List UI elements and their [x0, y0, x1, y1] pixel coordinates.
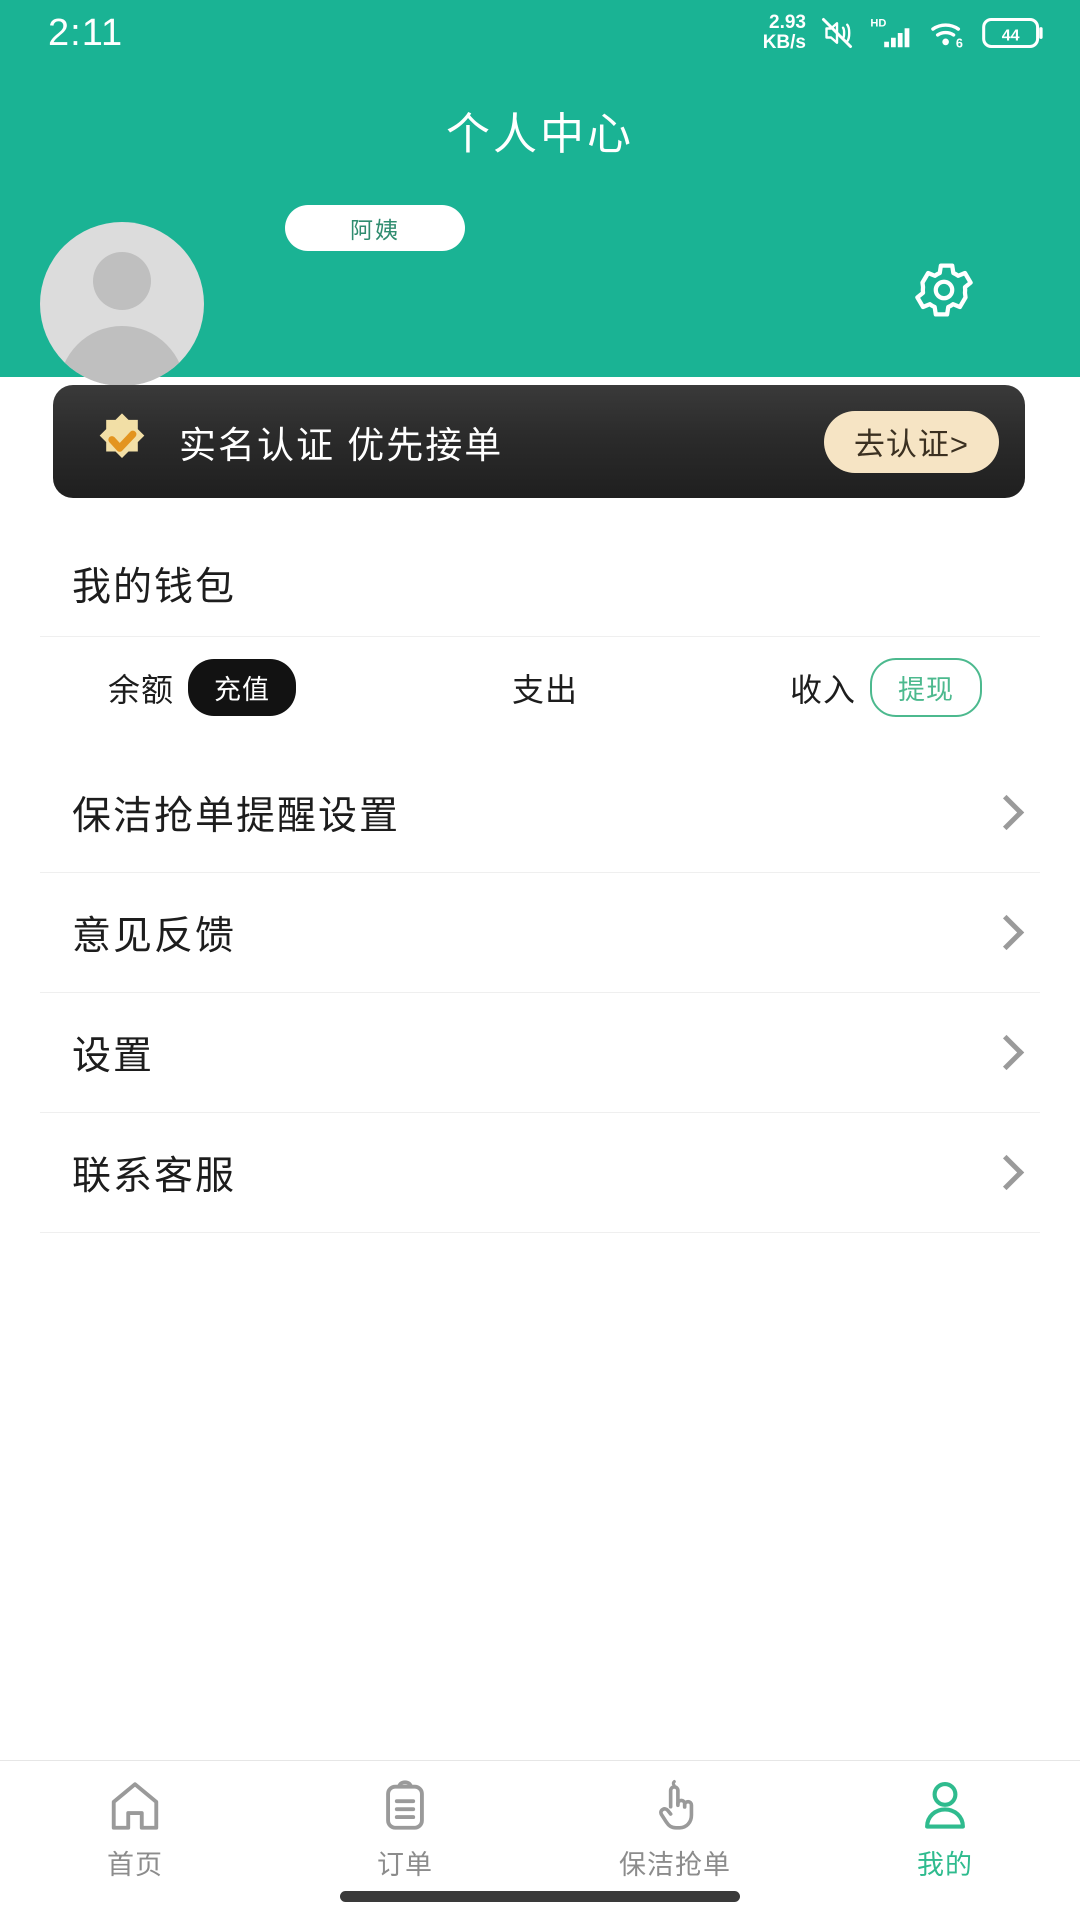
verification-banner[interactable]: 实名认证 优先接单 去认证> — [53, 385, 1025, 498]
verification-text: 实名认证 优先接单 — [179, 424, 504, 466]
menu-item-feedback[interactable]: 意见反馈 — [40, 873, 1040, 993]
network-speed-unit: KB/s — [762, 32, 806, 53]
chevron-right-icon — [994, 797, 1012, 829]
wallet-expense-cell: 支出 — [399, 665, 690, 711]
tab-profile[interactable]: 我的 — [810, 1761, 1080, 1891]
mute-icon — [822, 18, 852, 48]
wallet-income-cell: 收入 提现 — [691, 658, 1040, 717]
menu-item-label: 保洁抢单提醒设置 — [72, 794, 401, 838]
page-title: 个人中心 — [446, 110, 634, 159]
menu-list: 保洁抢单提醒设置 意见反馈 设置 联系客服 — [0, 753, 1080, 1233]
gear-icon — [915, 263, 973, 317]
role-badge: 阿姨 — [285, 205, 465, 251]
profile-header: 2:11 2.93 KB/s HD 6 44 个人中心 阿姨 — [0, 0, 1080, 386]
menu-item-label: 意见反馈 — [72, 914, 237, 958]
svg-text:HD: HD — [870, 18, 886, 30]
avatar[interactable] — [40, 222, 204, 386]
wallet-title: 我的钱包 — [72, 566, 237, 609]
menu-item-label: 设置 — [72, 1034, 155, 1078]
wallet-divider-top — [40, 636, 1040, 637]
network-speed-value: 2.93 — [769, 12, 806, 33]
tab-label: 我的 — [917, 1850, 973, 1880]
person-icon — [925, 1781, 965, 1829]
network-speed-indicator: 2.93 KB/s — [763, 13, 806, 53]
avatar-body-shape — [59, 326, 185, 386]
tab-label: 订单 — [377, 1850, 433, 1880]
status-time: 2:11 — [48, 11, 124, 54]
menu-item-cleaning-order-reminder[interactable]: 保洁抢单提醒设置 — [40, 753, 1040, 873]
chevron-right-icon — [994, 1157, 1012, 1189]
chevron-right-icon — [994, 1037, 1012, 1069]
wallet-balance-cell: 余额 充值 — [40, 659, 399, 716]
tab-label: 首页 — [107, 1850, 163, 1880]
home-icon — [111, 1782, 159, 1830]
wallet-row: 余额 充值 支出 收入 提现 — [40, 640, 1040, 735]
status-icons: 2.93 KB/s HD 6 44 — [763, 13, 1046, 53]
withdraw-button[interactable]: 提现 — [869, 658, 982, 717]
recharge-button[interactable]: 充值 — [188, 659, 297, 716]
bottom-tab-bar: 首页 订单 保洁抢单 我的 — [0, 1760, 1080, 1920]
chevron-right-icon — [994, 917, 1012, 949]
wallet-expense-label: 支出 — [511, 671, 578, 708]
menu-item-contact-support[interactable]: 联系客服 — [40, 1113, 1040, 1233]
verified-badge-icon — [91, 411, 153, 473]
wallet-income-label: 收入 — [789, 671, 856, 708]
battery-icon: 44 — [982, 18, 1043, 48]
menu-item-settings[interactable]: 设置 — [40, 993, 1040, 1113]
wallet-balance-label: 余额 — [108, 671, 175, 708]
home-indicator — [340, 1891, 740, 1902]
menu-item-label: 联系客服 — [72, 1154, 237, 1198]
clipboard-icon — [386, 1780, 424, 1830]
avatar-head-shape — [93, 252, 151, 310]
svg-text:6: 6 — [956, 36, 963, 50]
wifi-6-icon: 6 — [931, 23, 963, 50]
tab-grab-cleaning-order[interactable]: 保洁抢单 — [540, 1761, 810, 1891]
status-bar: 2:11 2.93 KB/s HD 6 44 — [0, 0, 1080, 66]
tab-orders[interactable]: 订单 — [270, 1761, 540, 1891]
tab-home[interactable]: 首页 — [0, 1761, 270, 1891]
signal-bars-icon: HD — [870, 18, 910, 48]
go-verify-button[interactable]: 去认证> — [823, 410, 999, 473]
phone-screen: 2:11 2.93 KB/s HD 6 44 个人中心 阿姨 实名认证 优先接单… — [0, 0, 1080, 1920]
tap-hand-icon — [659, 1780, 694, 1830]
battery-level-text: 44 — [1002, 28, 1020, 45]
tab-label: 保洁抢单 — [619, 1850, 731, 1880]
settings-button[interactable] — [908, 254, 980, 326]
